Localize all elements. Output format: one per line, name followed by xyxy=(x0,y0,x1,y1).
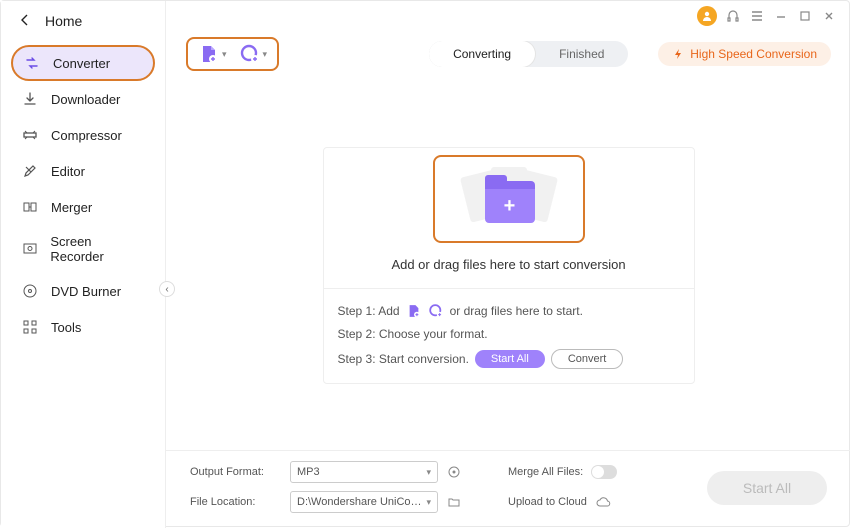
file-location-label: File Location: xyxy=(190,496,282,508)
add-file-button[interactable]: ▾ xyxy=(198,43,227,65)
file-location-select[interactable]: D:\Wondershare UniConverter 1 ▾ xyxy=(290,491,438,513)
chevron-down-icon: ▾ xyxy=(263,49,268,60)
tab-finished[interactable]: Finished xyxy=(535,41,628,67)
drop-message: Add or drag files here to start conversi… xyxy=(391,257,625,282)
add-file-icon xyxy=(198,43,220,65)
settings-icon[interactable] xyxy=(446,464,462,480)
converter-icon xyxy=(23,54,41,72)
open-folder-icon[interactable] xyxy=(446,494,462,510)
add-disc-icon xyxy=(428,303,444,319)
back-icon[interactable] xyxy=(19,13,31,29)
cloud-icon[interactable] xyxy=(595,494,611,510)
file-location-value: D:\Wondershare UniConverter 1 xyxy=(297,496,426,508)
dropzone: + Add or drag files here to start conver… xyxy=(323,147,695,384)
tab-converting[interactable]: Converting xyxy=(429,41,535,67)
high-speed-conversion-badge[interactable]: High Speed Conversion xyxy=(658,42,831,66)
merge-all-toggle[interactable] xyxy=(591,465,617,479)
account-avatar[interactable] xyxy=(697,6,717,26)
output-format-value: MP3 xyxy=(297,466,320,478)
chevron-down-icon: ▾ xyxy=(222,49,227,60)
start-all-button[interactable]: Start All xyxy=(707,471,827,505)
folder-illustration: + xyxy=(459,167,559,231)
menu-icon[interactable] xyxy=(749,8,765,24)
convert-inline-button[interactable]: Convert xyxy=(551,349,624,369)
output-format-label: Output Format: xyxy=(190,466,282,478)
sidebar-item-converter[interactable]: Converter xyxy=(11,45,155,81)
minimize-icon[interactable] xyxy=(773,8,789,24)
step1-prefix: Step 1: Add xyxy=(338,304,400,318)
add-files-dropzone[interactable]: + xyxy=(433,155,585,243)
sidebar-item-label: Converter xyxy=(53,56,110,71)
tabs: Converting Finished xyxy=(429,41,628,67)
sidebar-item-compressor[interactable]: Compressor xyxy=(11,117,155,153)
output-format-select[interactable]: MP3 ▾ xyxy=(290,461,438,483)
titlebar xyxy=(164,1,849,31)
sidebar-item-label: Tools xyxy=(51,320,81,335)
hsc-label: High Speed Conversion xyxy=(690,47,817,61)
sidebar-item-label: DVD Burner xyxy=(51,284,121,299)
merge-all-label: Merge All Files: xyxy=(508,466,583,478)
sidebar-item-label: Screen Recorder xyxy=(50,234,145,264)
content-area: + Add or drag files here to start conver… xyxy=(166,77,850,450)
sidebar-item-screen-recorder[interactable]: Screen Recorder xyxy=(11,225,155,273)
steps-panel: Step 1: Add or drag files here to start.… xyxy=(324,288,694,383)
step3-text: Step 3: Start conversion. xyxy=(338,352,469,366)
main: ▾ ▾ Converting Finished High Speed Conve… xyxy=(166,31,850,528)
add-disc-icon xyxy=(239,43,261,65)
plus-icon: + xyxy=(504,196,516,216)
sidebar-item-editor[interactable]: Editor xyxy=(11,153,155,189)
tools-icon xyxy=(21,318,39,336)
step-1: Step 1: Add or drag files here to start. xyxy=(338,299,680,323)
editor-icon xyxy=(21,162,39,180)
maximize-icon[interactable] xyxy=(797,8,813,24)
footer: Output Format: MP3 ▾ Merge All Files: Fi… xyxy=(166,450,850,528)
sidebar-item-label: Compressor xyxy=(51,128,122,143)
sidebar-item-downloader[interactable]: Downloader xyxy=(11,81,155,117)
merger-icon xyxy=(21,198,39,216)
step-3: Step 3: Start conversion. Start All Conv… xyxy=(338,345,680,373)
home-label: Home xyxy=(45,13,82,29)
chevron-down-icon: ▾ xyxy=(426,497,431,508)
sidebar-item-dvd-burner[interactable]: DVD Burner xyxy=(11,273,155,309)
chevron-down-icon: ▾ xyxy=(426,467,431,478)
screen-recorder-icon xyxy=(21,240,38,258)
add-buttons-group: ▾ ▾ xyxy=(186,37,279,71)
sidebar-item-label: Editor xyxy=(51,164,85,179)
sidebar-item-tools[interactable]: Tools xyxy=(11,309,155,345)
sidebar-item-label: Downloader xyxy=(51,92,120,107)
nav: Converter Downloader Compressor Editor M… xyxy=(1,41,165,345)
step1-suffix: or drag files here to start. xyxy=(450,304,583,318)
lightning-icon xyxy=(672,48,684,60)
download-icon xyxy=(21,90,39,108)
compressor-icon xyxy=(21,126,39,144)
upload-cloud-label: Upload to Cloud xyxy=(508,496,587,508)
toolbar: ▾ ▾ Converting Finished High Speed Conve… xyxy=(166,31,850,77)
support-icon[interactable] xyxy=(725,8,741,24)
home-row[interactable]: Home xyxy=(1,1,165,41)
add-file-icon xyxy=(406,303,422,319)
add-disc-button[interactable]: ▾ xyxy=(239,43,268,65)
start-all-inline-button[interactable]: Start All xyxy=(475,350,545,368)
dvd-icon xyxy=(21,282,39,300)
sidebar-item-merger[interactable]: Merger xyxy=(11,189,155,225)
close-icon[interactable] xyxy=(821,8,837,24)
sidebar: Home Converter Downloader Compressor Edi… xyxy=(1,1,166,528)
sidebar-item-label: Merger xyxy=(51,200,92,215)
step-2: Step 2: Choose your format. xyxy=(338,323,680,345)
